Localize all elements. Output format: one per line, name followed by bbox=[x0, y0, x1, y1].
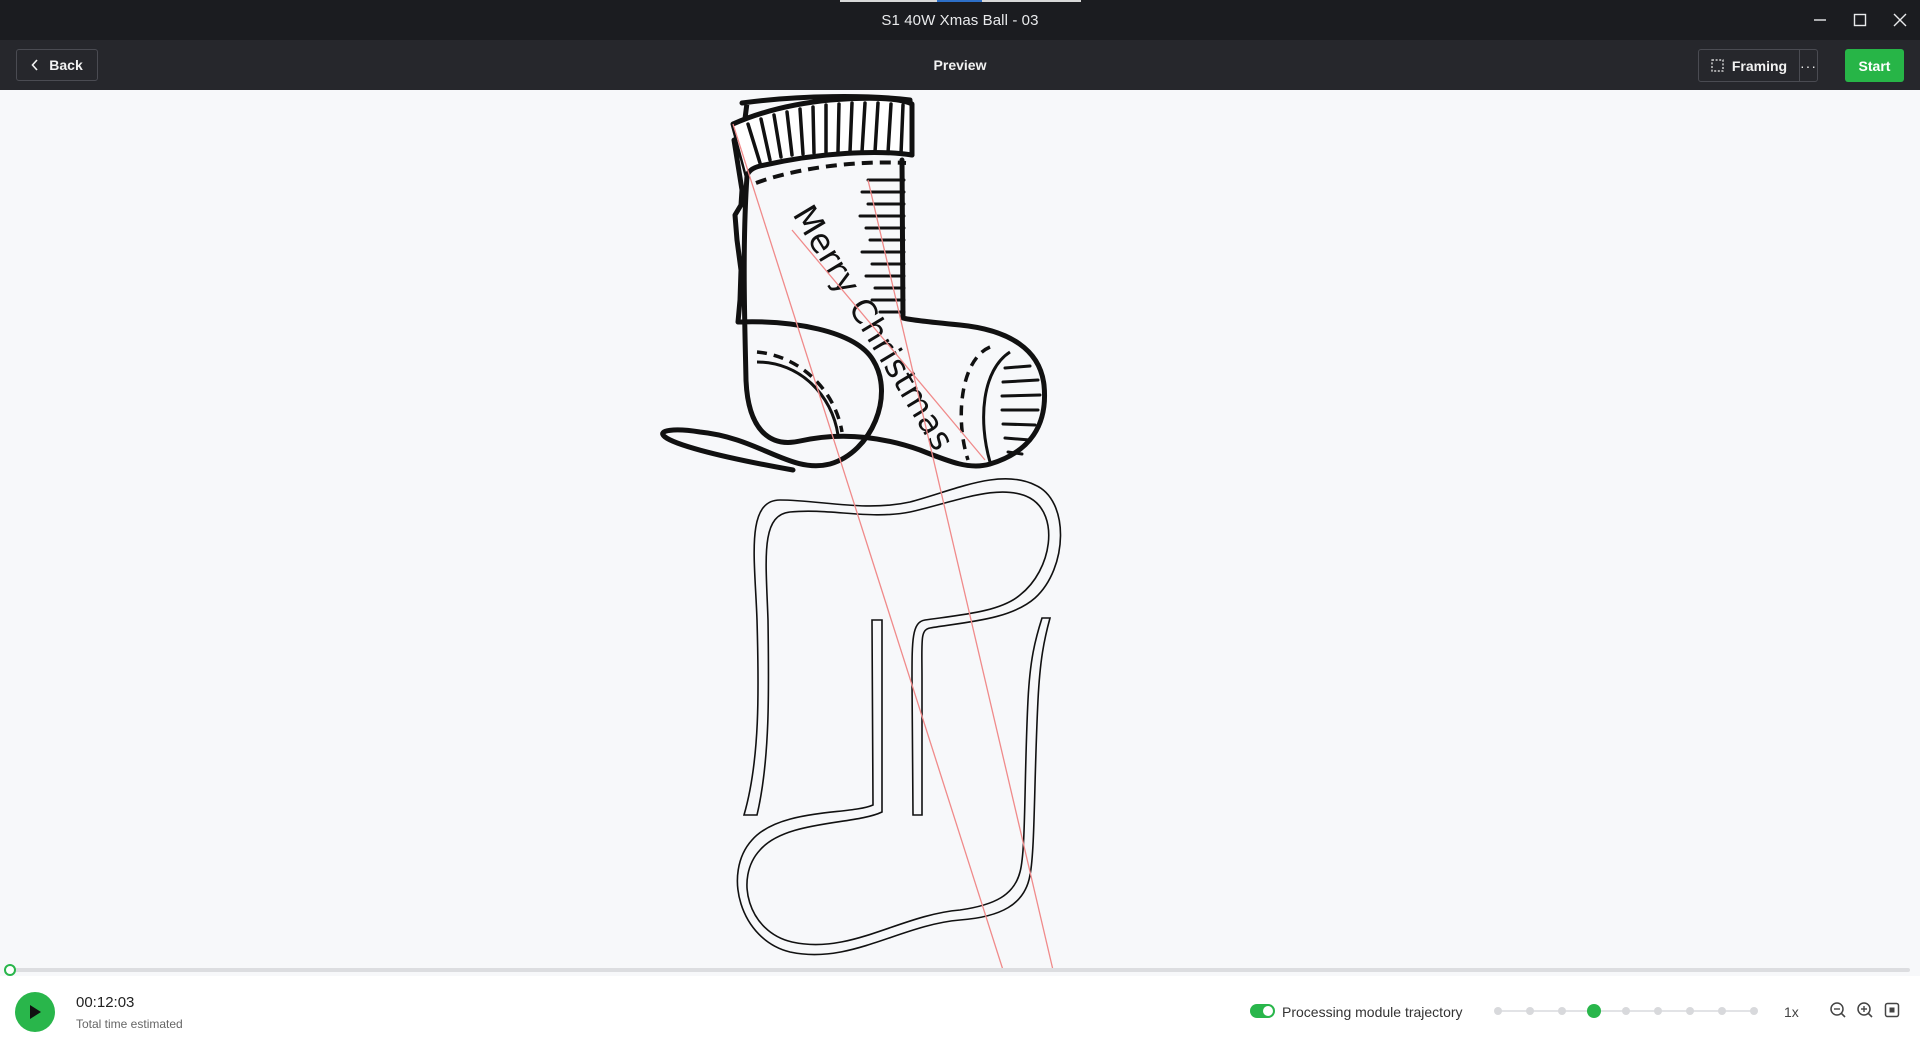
framing-button[interactable]: Framing bbox=[1699, 50, 1800, 81]
more-options-button[interactable]: ··· bbox=[1800, 50, 1817, 81]
framing-label: Framing bbox=[1731, 57, 1788, 74]
time-label: Total time estimated bbox=[76, 1017, 183, 1031]
speed-step[interactable] bbox=[1718, 1007, 1726, 1015]
title-bar: S1 40W Xmas Ball - 03 bbox=[0, 0, 1920, 40]
speed-label: 1x bbox=[1784, 1004, 1799, 1020]
speed-step[interactable] bbox=[1750, 1007, 1758, 1015]
speed-step[interactable] bbox=[1686, 1007, 1694, 1015]
speed-step[interactable] bbox=[1558, 1007, 1566, 1015]
zoom-out-icon bbox=[1830, 1002, 1846, 1018]
time-value: 00:12:03 bbox=[76, 994, 135, 1011]
trajectory-toggle[interactable] bbox=[1250, 1004, 1275, 1018]
timeline-track[interactable] bbox=[10, 968, 1910, 972]
window-title: S1 40W Xmas Ball - 03 bbox=[881, 12, 1039, 29]
cut-outline bbox=[736, 477, 1062, 956]
close-icon bbox=[1893, 13, 1907, 27]
speed-step[interactable] bbox=[1654, 1007, 1662, 1015]
timeline-thumb[interactable] bbox=[4, 964, 16, 976]
zoom-in-button[interactable] bbox=[1856, 1001, 1874, 1019]
close-button[interactable] bbox=[1880, 0, 1920, 40]
trajectory-toggle-label: Processing module trajectory bbox=[1282, 1004, 1463, 1020]
framing-group: Framing ··· bbox=[1698, 49, 1818, 82]
back-label: Back bbox=[49, 57, 83, 73]
fit-screen-icon bbox=[1884, 1002, 1900, 1018]
maximize-icon bbox=[1853, 13, 1867, 27]
heel-line bbox=[756, 360, 840, 436]
zoom-in-icon bbox=[1857, 1002, 1873, 1018]
zoom-out-button[interactable] bbox=[1829, 1001, 1847, 1019]
maximize-button[interactable] bbox=[1840, 0, 1880, 40]
preview-canvas[interactable]: Merry Christmas bbox=[0, 90, 1920, 970]
preview-drawing: Merry Christmas bbox=[660, 94, 1062, 970]
play-icon bbox=[30, 1005, 41, 1019]
toe-ribs bbox=[1000, 364, 1042, 456]
back-button[interactable]: Back bbox=[16, 49, 98, 81]
chevron-left-icon bbox=[31, 59, 38, 71]
play-button[interactable] bbox=[15, 992, 55, 1032]
playback-bar: 00:12:03 Total time estimated Processing… bbox=[0, 976, 1920, 1050]
fit-screen-button[interactable] bbox=[1883, 1001, 1901, 1019]
minimize-icon bbox=[1814, 19, 1826, 21]
page-title: Preview bbox=[933, 57, 987, 73]
start-button[interactable]: Start bbox=[1845, 49, 1904, 82]
speed-step[interactable] bbox=[1494, 1007, 1502, 1015]
minimize-button[interactable] bbox=[1800, 0, 1840, 40]
framing-icon bbox=[1711, 59, 1724, 72]
speed-step[interactable] bbox=[1526, 1007, 1534, 1015]
speed-step[interactable] bbox=[1622, 1007, 1630, 1015]
toolbar: Back Preview Framing ··· Start bbox=[0, 40, 1920, 90]
speed-step[interactable] bbox=[1587, 1004, 1601, 1018]
